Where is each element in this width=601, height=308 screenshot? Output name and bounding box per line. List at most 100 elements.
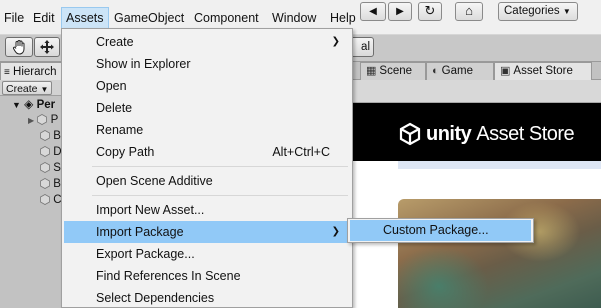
create-label: Create xyxy=(6,83,38,95)
tab-scene-label: Scene xyxy=(379,65,413,77)
menu-separator xyxy=(92,166,348,167)
menu-component[interactable]: Component xyxy=(190,7,263,29)
forward-arrow-icon: ▶ xyxy=(396,6,404,17)
tree-row-label: B xyxy=(53,130,61,142)
cube-icon xyxy=(37,114,48,126)
cube-icon xyxy=(40,146,50,158)
caret-down-icon: ▼ xyxy=(40,85,49,94)
tab-asset-store[interactable]: ▣ Asset Store xyxy=(494,62,592,80)
expand-right-icon: ▶ xyxy=(28,116,35,125)
submenu-arrow-icon: ❯ xyxy=(331,226,340,237)
logo-asset-store-text: Asset Store xyxy=(476,122,575,145)
menu-item-custom-package[interactable]: Custom Package... xyxy=(350,220,531,241)
tab-game[interactable]: ◐ Game xyxy=(426,62,494,80)
create-dropdown-button[interactable]: Create ▼ xyxy=(2,81,53,95)
list-icon: ≡ xyxy=(4,67,10,78)
menu-separator xyxy=(92,195,348,196)
unity-cube-icon xyxy=(399,122,421,146)
menu-help[interactable]: Help xyxy=(326,7,360,29)
featured-asset-image[interactable] xyxy=(398,199,601,308)
tree-row-label: P xyxy=(50,114,59,126)
grid-icon: ▦ xyxy=(366,65,377,77)
menu-item-show-in-explorer[interactable]: Show in Explorer xyxy=(64,53,350,75)
tree-row[interactable]: B xyxy=(40,176,61,192)
expand-down-icon: ▼ xyxy=(12,100,21,110)
hierarchy-panel: ≡ Hierarch Create ▼ ▼ ◈ Per ▶ P B D S B … xyxy=(0,62,62,308)
hierarchy-toolbar: Create ▼ xyxy=(0,80,62,96)
menu-gameobject[interactable]: GameObject xyxy=(110,7,188,29)
menu-item-label: Open Scene Additive xyxy=(96,174,213,188)
caret-down-icon: ▼ xyxy=(562,7,571,16)
tree-row-label: S xyxy=(53,162,61,174)
menu-item-label: Select Dependencies xyxy=(96,291,215,305)
cube-icon xyxy=(40,194,50,206)
tab-asset-store-label: Asset Store xyxy=(513,65,573,77)
content-strip xyxy=(398,161,601,169)
pacman-icon: ◐ xyxy=(432,65,439,77)
cube-icon xyxy=(40,178,50,190)
scene-root-label: Per xyxy=(36,99,56,111)
menu-item-label: Rename xyxy=(96,123,144,137)
view-tabs: ▦ Scene ◐ Game ▣ Asset Store xyxy=(352,62,601,80)
import-package-submenu: Custom Package... xyxy=(347,218,534,243)
refresh-button[interactable]: ↻ xyxy=(418,2,442,21)
hand-tool-button[interactable] xyxy=(5,37,33,57)
assets-dropdown-menu: Create ❯ Show in Explorer Open Delete Re… xyxy=(61,28,353,308)
hand-icon xyxy=(12,40,25,55)
menu-item-shortcut: Alt+Ctrl+C xyxy=(272,145,330,159)
menu-item-find-references[interactable]: Find References In Scene xyxy=(64,265,350,287)
tree-row[interactable]: B xyxy=(40,128,61,144)
submenu-arrow-icon: ❯ xyxy=(331,36,340,47)
tree-row[interactable]: ▶ P xyxy=(28,112,58,128)
menu-item-label: Create xyxy=(96,35,134,49)
menu-item-copy-path[interactable]: Copy Path Alt+Ctrl+C xyxy=(64,141,350,163)
home-icon: ⌂ xyxy=(465,3,473,18)
menu-file[interactable]: File xyxy=(0,7,28,29)
menu-window[interactable]: Window xyxy=(268,7,320,29)
menu-item-export-package[interactable]: Export Package... xyxy=(64,243,350,265)
back-button[interactable]: ◀ xyxy=(360,2,386,21)
menu-item-label: Import New Asset... xyxy=(96,203,205,217)
cube-icon xyxy=(40,130,50,142)
forward-button[interactable]: ▶ xyxy=(388,2,412,21)
menu-item-label: Copy Path xyxy=(96,145,155,159)
move-tool-button[interactable] xyxy=(34,37,60,57)
menu-edit[interactable]: Edit xyxy=(29,7,59,29)
move-arrows-icon xyxy=(40,40,54,54)
menu-item-import-new-asset[interactable]: Import New Asset... xyxy=(64,199,350,221)
menu-item-label: Delete xyxy=(96,101,133,115)
menu-item-select-dependencies[interactable]: Select Dependencies xyxy=(64,287,350,308)
tree-row[interactable]: S xyxy=(40,160,61,176)
menu-item-delete[interactable]: Delete xyxy=(64,97,350,119)
unity-asset-store-logo[interactable]: unity Asset Store xyxy=(398,122,575,146)
store-bag-icon: ▣ xyxy=(500,65,511,77)
menu-item-label: Export Package... xyxy=(96,247,195,261)
menu-item-open-scene-additive[interactable]: Open Scene Additive xyxy=(64,170,350,192)
tab-scene[interactable]: ▦ Scene xyxy=(360,62,426,80)
tab-game-label: Game xyxy=(441,65,473,77)
asset-store-header: unity Asset Store xyxy=(352,103,601,161)
logo-unity-text: unity xyxy=(426,122,472,145)
categories-dropdown[interactable]: Categories ▼ xyxy=(498,2,578,21)
menu-item-rename[interactable]: Rename xyxy=(64,119,350,141)
menu-item-open[interactable]: Open xyxy=(64,75,350,97)
menu-assets[interactable]: Assets xyxy=(61,7,109,29)
tree-row-label: B xyxy=(53,178,61,190)
tab-hierarchy[interactable]: ≡ Hierarch xyxy=(0,62,62,80)
unity-scene-icon: ◈ xyxy=(24,97,34,111)
cube-icon xyxy=(40,162,50,174)
menu-item-label: Find References In Scene xyxy=(96,269,241,283)
home-button[interactable]: ⌂ xyxy=(455,2,483,21)
scene-root-row[interactable]: ▼ ◈ Per xyxy=(12,96,55,112)
tab-hierarchy-label: Hierarch xyxy=(13,66,57,78)
asset-store-nav-bar xyxy=(352,80,601,103)
menu-item-create[interactable]: Create ❯ xyxy=(64,31,350,53)
menu-item-label: Show in Explorer xyxy=(96,57,191,71)
tree-row[interactable]: D xyxy=(40,144,62,160)
categories-label: Categories xyxy=(504,5,560,17)
menu-item-label: Import Package xyxy=(96,225,184,239)
refresh-icon: ↻ xyxy=(424,3,436,18)
back-arrow-icon: ◀ xyxy=(369,6,377,17)
menu-item-import-package[interactable]: Import Package ❯ xyxy=(64,221,350,243)
tree-row[interactable]: C xyxy=(40,192,62,208)
